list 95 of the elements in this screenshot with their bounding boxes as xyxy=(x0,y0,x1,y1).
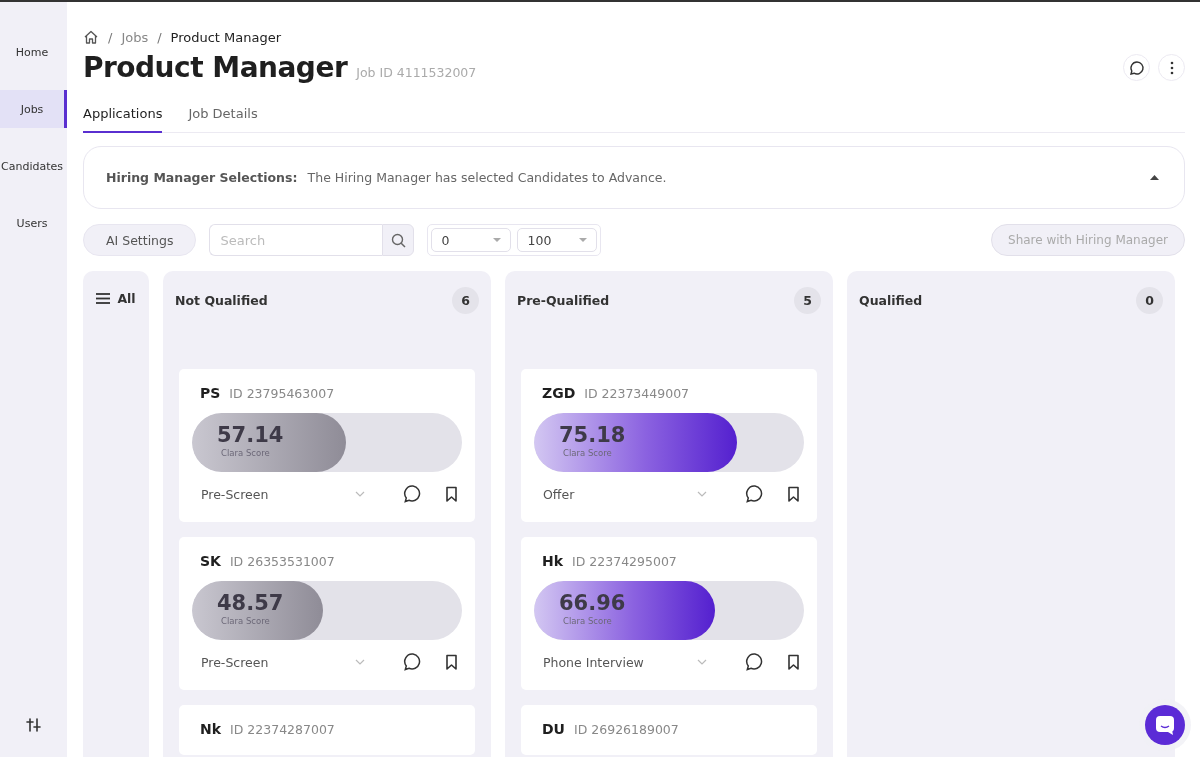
candidate-initials: Nk xyxy=(200,721,222,737)
caret-down-icon xyxy=(493,238,502,242)
score-value: 57.14 xyxy=(217,422,284,448)
chevron-down-icon xyxy=(355,491,365,497)
score-value: 75.18 xyxy=(559,422,626,448)
bookmark-button[interactable] xyxy=(445,485,458,503)
stage-value: Pre-Screen xyxy=(201,486,269,502)
speech-bubble-icon xyxy=(403,484,423,504)
candidate-initials: DU xyxy=(542,721,565,737)
banner-text: Hiring Manager Selections: The Hiring Manager has selected Candidates to Advance. xyxy=(106,170,667,185)
score-value: 66.96 xyxy=(559,590,626,616)
comment-button[interactable] xyxy=(403,484,423,504)
chevron-down-icon xyxy=(355,659,365,665)
search-icon xyxy=(391,232,406,248)
home-icon xyxy=(83,29,99,45)
bookmark-button[interactable] xyxy=(787,653,800,671)
speech-bubble-icon xyxy=(1128,59,1145,76)
candidate-id: ID 26926189007 xyxy=(574,722,679,737)
column-title: Not Qualified xyxy=(175,292,268,308)
search-button[interactable] xyxy=(382,224,415,256)
count-badge: 0 xyxy=(1136,286,1163,314)
stage-dropdown[interactable]: Phone Interview xyxy=(543,654,727,670)
bookmark-icon xyxy=(445,653,458,671)
candidate-card[interactable]: Nk ID 22374287007 xyxy=(179,705,475,755)
column-title: Pre-Qualified xyxy=(517,292,610,308)
breadcrumb-link[interactable]: Jobs xyxy=(121,29,149,45)
tab[interactable]: Job Details xyxy=(188,98,258,133)
caret-up-icon xyxy=(1149,173,1160,182)
comment-button[interactable] xyxy=(1123,54,1150,81)
menu-icon xyxy=(96,292,111,305)
candidate-card[interactable]: Hk ID 22374295007 66.96 Clara Score Phone Interview xyxy=(521,537,817,690)
more-vertical-icon xyxy=(1169,60,1174,75)
chevron-down-icon xyxy=(697,659,707,665)
candidate-card[interactable]: SK ID 26353531007 48.57 Clara Score Pre-Screen xyxy=(179,537,475,690)
candidate-card[interactable]: ZGD ID 22373449007 75.18 Clara Score Offer xyxy=(521,369,817,522)
job-id: Job ID 4111532007 xyxy=(356,65,477,80)
candidate-initials: Hk xyxy=(542,553,564,569)
nav-item[interactable]: Candidates xyxy=(0,147,67,185)
stage-dropdown[interactable]: Pre-Screen xyxy=(201,486,385,502)
comment-button[interactable] xyxy=(403,652,423,672)
breadcrumb-current: Product Manager xyxy=(170,29,282,45)
caret-down-icon xyxy=(579,238,588,242)
candidate-id: ID 26353531007 xyxy=(229,554,335,569)
stage-value: Pre-Screen xyxy=(201,654,269,670)
filter-button[interactable] xyxy=(23,715,44,735)
nav-item[interactable]: Home xyxy=(0,33,67,71)
stage-value: Offer xyxy=(543,486,575,502)
bookmark-button[interactable] xyxy=(787,485,800,503)
candidate-id: ID 22374287007 xyxy=(230,722,335,737)
speech-bubble-icon xyxy=(403,652,423,672)
candidate-initials: ZGD xyxy=(542,385,576,401)
bookmark-icon xyxy=(787,653,800,671)
breadcrumb-separator: / xyxy=(157,29,162,45)
stage-value: Phone Interview xyxy=(543,654,644,670)
score-caption: Clara Score xyxy=(563,616,613,626)
speech-bubble-icon xyxy=(745,652,765,672)
score-dropdown[interactable]: 0 xyxy=(431,228,512,252)
all-label: All xyxy=(117,291,136,306)
score-caption: Clara Score xyxy=(221,448,271,458)
count-badge: 5 xyxy=(794,286,821,314)
bookmark-button[interactable] xyxy=(445,653,458,671)
sliders-icon xyxy=(25,717,42,733)
score-caption: Clara Score xyxy=(563,448,613,458)
tab[interactable]: Applications xyxy=(83,98,163,133)
bookmark-icon xyxy=(445,485,458,503)
candidate-initials: PS xyxy=(200,385,221,401)
ai-settings-button[interactable]: AI Settings xyxy=(83,224,197,256)
home-link[interactable] xyxy=(83,29,99,45)
speech-bubble-icon xyxy=(745,484,765,504)
stage-dropdown[interactable]: Offer xyxy=(543,486,727,502)
all-filter-button[interactable]: All xyxy=(96,291,136,306)
candidate-id: ID 22374295007 xyxy=(572,554,677,569)
score-value: 48.57 xyxy=(217,590,284,616)
score-dropdown[interactable]: 100 xyxy=(517,228,598,252)
dropdown-value: 0 xyxy=(441,232,450,248)
candidate-card[interactable]: PS ID 23795463007 57.14 Clara Score Pre-Screen xyxy=(179,369,475,522)
comment-button[interactable] xyxy=(745,484,765,504)
breadcrumb-separator: / xyxy=(108,29,113,45)
chat-icon xyxy=(1154,714,1176,736)
candidate-initials: SK xyxy=(200,553,221,569)
candidate-id: ID 23795463007 xyxy=(229,386,335,401)
candidate-id: ID 22373449007 xyxy=(584,386,690,401)
bookmark-icon xyxy=(787,485,800,503)
count-badge: 6 xyxy=(452,286,479,314)
score-caption: Clara Score xyxy=(221,616,271,626)
nav-item[interactable]: Jobs xyxy=(0,90,67,128)
comment-button[interactable] xyxy=(745,652,765,672)
stage-dropdown[interactable]: Pre-Screen xyxy=(201,654,385,670)
chevron-down-icon xyxy=(697,491,707,497)
page-title: Product Manager xyxy=(83,51,348,84)
dropdown-value: 100 xyxy=(527,232,552,248)
search-field[interactable]: Search xyxy=(209,224,383,256)
column-title: Qualified xyxy=(859,292,923,308)
candidate-card[interactable]: DU ID 26926189007 xyxy=(521,705,817,755)
nav-item[interactable]: Users xyxy=(0,204,67,242)
